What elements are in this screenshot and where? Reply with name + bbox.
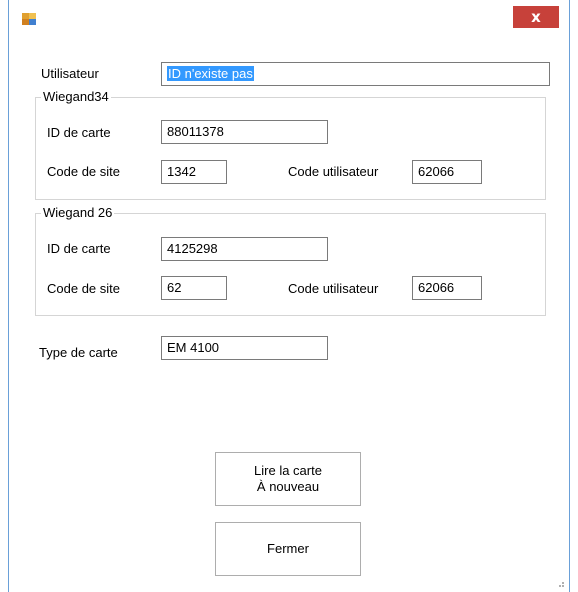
close-button-label: Fermer bbox=[267, 541, 309, 556]
w34-user-code-label: Code utilisateur bbox=[288, 164, 379, 179]
wiegand34-group bbox=[35, 97, 546, 200]
w34-site-code-label: Code de site bbox=[47, 164, 120, 179]
read-card-again-line2: À nouveau bbox=[256, 479, 320, 494]
w26-card-id-field[interactable]: 4125298 bbox=[161, 237, 328, 261]
title-bar[interactable]: x bbox=[9, 0, 569, 38]
wiegand26-group bbox=[35, 213, 546, 316]
dialog-window: x Utilisateur ID n'existe pas Wiegand34 … bbox=[8, 0, 570, 592]
read-card-again-button[interactable]: Lire la carte À nouveau bbox=[215, 452, 361, 506]
w34-card-id-field[interactable]: 88011378 bbox=[161, 120, 328, 144]
wiegand34-title: Wiegand34 bbox=[41, 89, 111, 105]
close-window-button[interactable]: x bbox=[513, 6, 559, 28]
w26-card-id-label: ID de carte bbox=[47, 241, 111, 256]
close-button[interactable]: Fermer bbox=[215, 522, 361, 576]
w26-user-code-label: Code utilisateur bbox=[288, 281, 379, 296]
user-label: Utilisateur bbox=[41, 66, 99, 81]
w34-user-code-field[interactable]: 62066 bbox=[412, 160, 482, 184]
w26-site-code-label: Code de site bbox=[47, 281, 120, 296]
w26-user-code-field[interactable]: 62066 bbox=[412, 276, 482, 300]
read-card-again-line1: Lire la carte bbox=[254, 463, 322, 478]
user-field[interactable]: ID n'existe pas bbox=[161, 62, 550, 86]
close-icon: x bbox=[531, 8, 541, 26]
app-icon bbox=[22, 13, 36, 25]
card-type-label: Type de carte bbox=[39, 345, 118, 360]
w34-card-id-label: ID de carte bbox=[47, 125, 111, 140]
card-type-field[interactable]: EM 4100 bbox=[161, 336, 328, 360]
w34-site-code-field[interactable]: 1342 bbox=[161, 160, 227, 184]
resize-grip-icon[interactable] bbox=[555, 578, 565, 588]
wiegand26-title: Wiegand 26 bbox=[41, 205, 115, 221]
user-value: ID n'existe pas bbox=[167, 66, 254, 81]
w26-site-code-field[interactable]: 62 bbox=[161, 276, 227, 300]
